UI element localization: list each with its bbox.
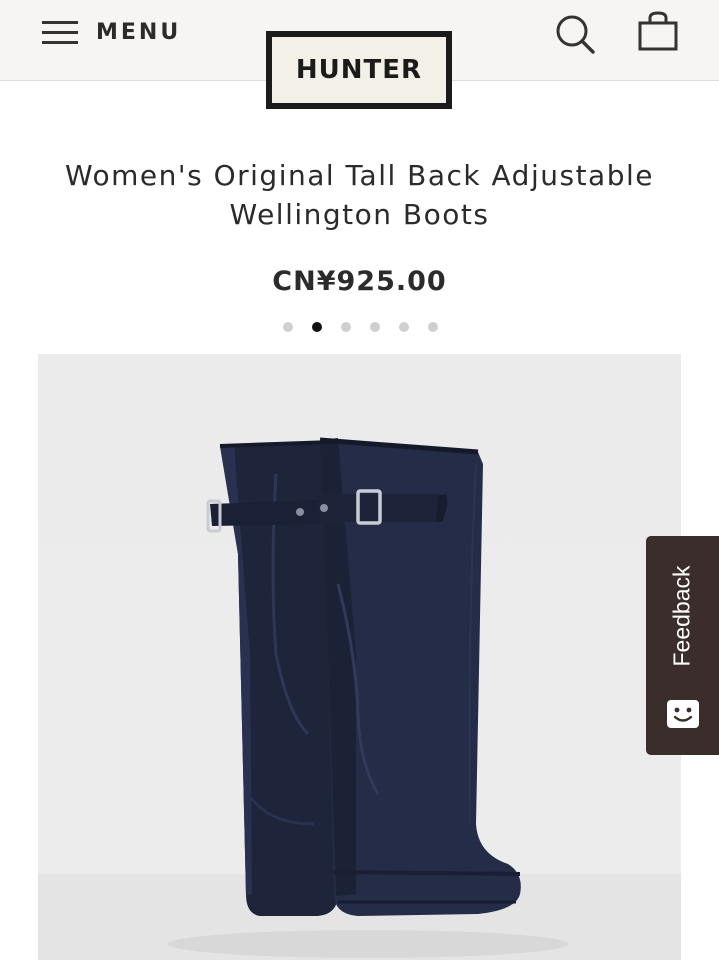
brand-logo-frame: HUNTER [270,35,448,105]
hamburger-icon [42,19,78,45]
brand-logo[interactable]: HUNTER [266,31,452,109]
search-button[interactable] [553,12,597,56]
menu-button[interactable]: MENU [42,16,181,48]
feedback-label: Feedback [668,565,695,667]
brand-logo-text: HUNTER [295,55,423,85]
product-page: MENU HUNTER Women's Original Tall Back A… [0,0,719,960]
menu-label: MENU [96,19,182,45]
carousel-dots [0,322,719,334]
carousel-dot[interactable] [341,322,351,332]
smiley-icon [667,700,699,728]
carousel-dot[interactable] [399,322,409,332]
bag-icon [638,11,678,51]
feedback-tab[interactable]: Feedback [646,536,719,755]
carousel-dot[interactable] [428,322,438,332]
carousel-dot[interactable] [312,322,322,332]
product-title: Women's Original Tall Back Adjustable We… [64,159,654,231]
product-image[interactable] [38,354,681,960]
carousel-dot[interactable] [283,322,293,332]
boots-illustration [38,437,681,960]
product-price: CN¥925.00 [272,266,447,297]
search-icon [556,15,595,54]
carousel-dot[interactable] [370,322,380,332]
bag-button[interactable] [636,10,680,54]
